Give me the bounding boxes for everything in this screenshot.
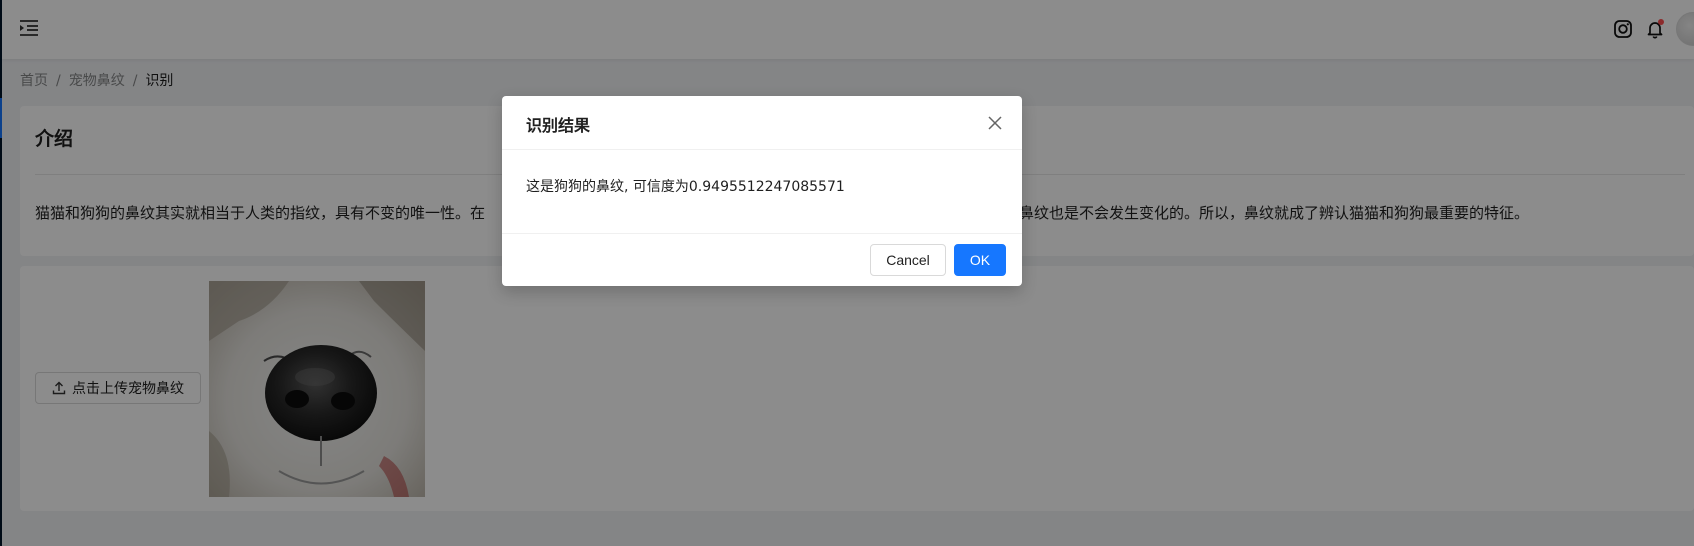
cancel-button[interactable]: Cancel bbox=[870, 244, 946, 276]
modal-header: 识别结果 bbox=[502, 96, 1022, 150]
result-modal: 识别结果 这是狗狗的鼻纹, 可信度为0.9495512247085571 Can… bbox=[502, 96, 1022, 286]
modal-title: 识别结果 bbox=[526, 116, 591, 135]
modal-footer: Cancel OK bbox=[502, 233, 1022, 286]
close-icon[interactable] bbox=[986, 114, 1004, 132]
modal-message: 这是狗狗的鼻纹, 可信度为0.9495512247085571 bbox=[526, 179, 845, 195]
app-root: 首页 / 宠物鼻纹 / 识别 介绍 猫猫和狗狗的鼻纹其实就相当于人类的指纹，具有… bbox=[0, 0, 1694, 546]
ok-button[interactable]: OK bbox=[954, 244, 1006, 276]
